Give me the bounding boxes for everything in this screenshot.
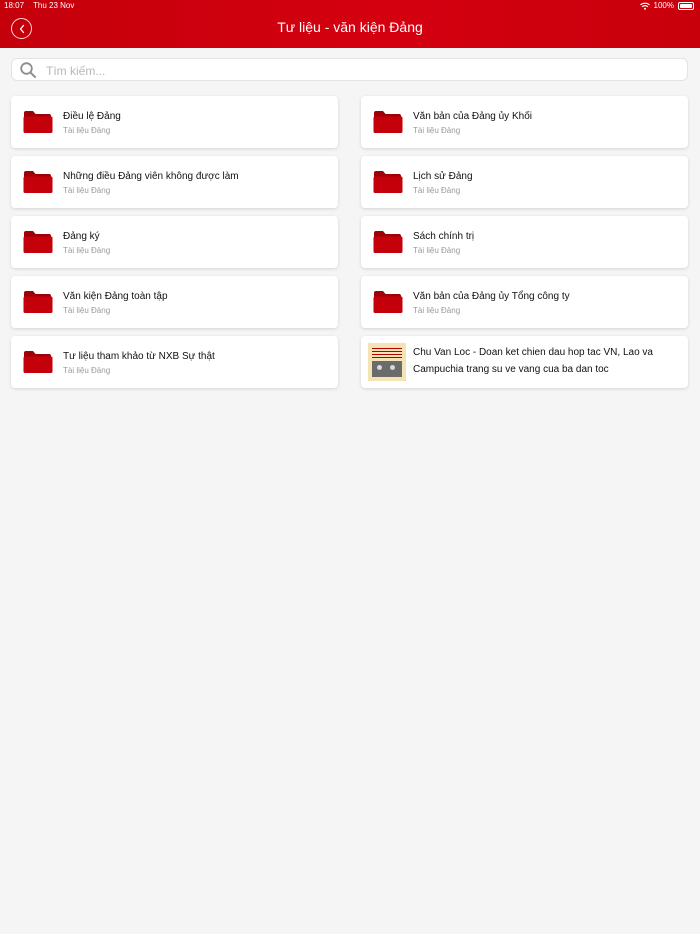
folder-item-lich-su-dang[interactable]: Lịch sử Đảng Tài liệu Đảng	[361, 156, 688, 208]
folder-icon	[373, 171, 403, 193]
document-item-chu-van-loc[interactable]: Chu Van Loc - Doan ket chien dau hop tac…	[361, 336, 688, 388]
search-input[interactable]	[44, 61, 668, 81]
item-subtitle: Tài liệu Đảng	[63, 186, 111, 195]
item-title: Văn kiện Đảng toàn tập	[63, 291, 168, 302]
app-header: 18:07 Thu 23 Nov 100% Tư liệu - văn kiện…	[0, 0, 700, 48]
page-title: Tư liệu - văn kiện Đảng	[277, 19, 423, 35]
folder-icon	[373, 291, 403, 313]
status-time: 18:07	[4, 1, 25, 10]
item-title: Văn bản của Đảng ủy Khối	[413, 111, 532, 122]
item-title: Những điều Đảng viên không được làm	[63, 171, 239, 182]
item-title: Chu Van Loc - Doan ket chien dau hop tac…	[413, 347, 653, 375]
battery-icon	[678, 1, 694, 10]
item-title: Sách chính trị	[413, 231, 475, 242]
search-icon	[20, 62, 36, 78]
battery-percent: 100%	[653, 1, 674, 10]
search-bar[interactable]	[11, 58, 688, 81]
item-subtitle: Tài liệu Đảng	[413, 246, 461, 255]
folder-item-tu-lieu-tham-khao[interactable]: Tư liệu tham khảo từ NXB Sự thật Tài liệ…	[11, 336, 338, 388]
item-title: Văn bản của Đảng ủy Tổng công ty	[413, 291, 570, 302]
folder-item-van-ban-tong-cong-ty[interactable]: Văn bản của Đảng ủy Tổng công ty Tài liệ…	[361, 276, 688, 328]
status-date: Thu 23 Nov	[33, 1, 75, 10]
folder-item-sach-chinh-tri[interactable]: Sách chính trị Tài liệu Đảng	[361, 216, 688, 268]
folder-item-nhung-dieu-dang-vien[interactable]: Những điều Đảng viên không được làm Tài …	[11, 156, 338, 208]
folder-icon	[23, 111, 53, 133]
item-subtitle: Tài liệu Đảng	[63, 306, 111, 315]
item-title: Tư liệu tham khảo từ NXB Sự thật	[63, 351, 215, 362]
item-subtitle: Tài liệu Đảng	[413, 186, 461, 195]
folder-item-van-ban-dang-uy-khoi[interactable]: Văn bản của Đảng ủy Khối Tài liệu Đảng	[361, 96, 688, 148]
folder-icon	[373, 231, 403, 253]
item-subtitle: Tài liệu Đảng	[63, 126, 111, 135]
item-subtitle: Tài liệu Đảng	[63, 366, 111, 375]
item-title: Lịch sử Đảng	[413, 171, 473, 182]
status-indicators: 100%	[639, 1, 694, 10]
folder-item-dang-ky[interactable]: Đảng ký Tài liệu Đảng	[11, 216, 338, 268]
item-title: Điều lệ Đảng	[63, 111, 121, 122]
folder-icon	[373, 111, 403, 133]
wifi-icon	[639, 2, 650, 10]
item-subtitle: Tài liệu Đảng	[413, 126, 461, 135]
folder-item-van-kien-dang-toan-tap[interactable]: Văn kiện Đảng toàn tập Tài liệu Đảng	[11, 276, 338, 328]
folder-icon	[23, 291, 53, 313]
folder-icon	[23, 231, 53, 253]
folder-icon	[23, 171, 53, 193]
book-cover-thumbnail	[368, 343, 406, 381]
item-subtitle: Tài liệu Đảng	[63, 246, 111, 255]
item-title: Đảng ký	[63, 231, 100, 242]
folder-icon	[23, 351, 53, 373]
item-subtitle: Tài liệu Đảng	[413, 306, 461, 315]
folder-item-dieu-le-dang[interactable]: Điều lệ Đảng Tài liệu Đảng	[11, 96, 338, 148]
